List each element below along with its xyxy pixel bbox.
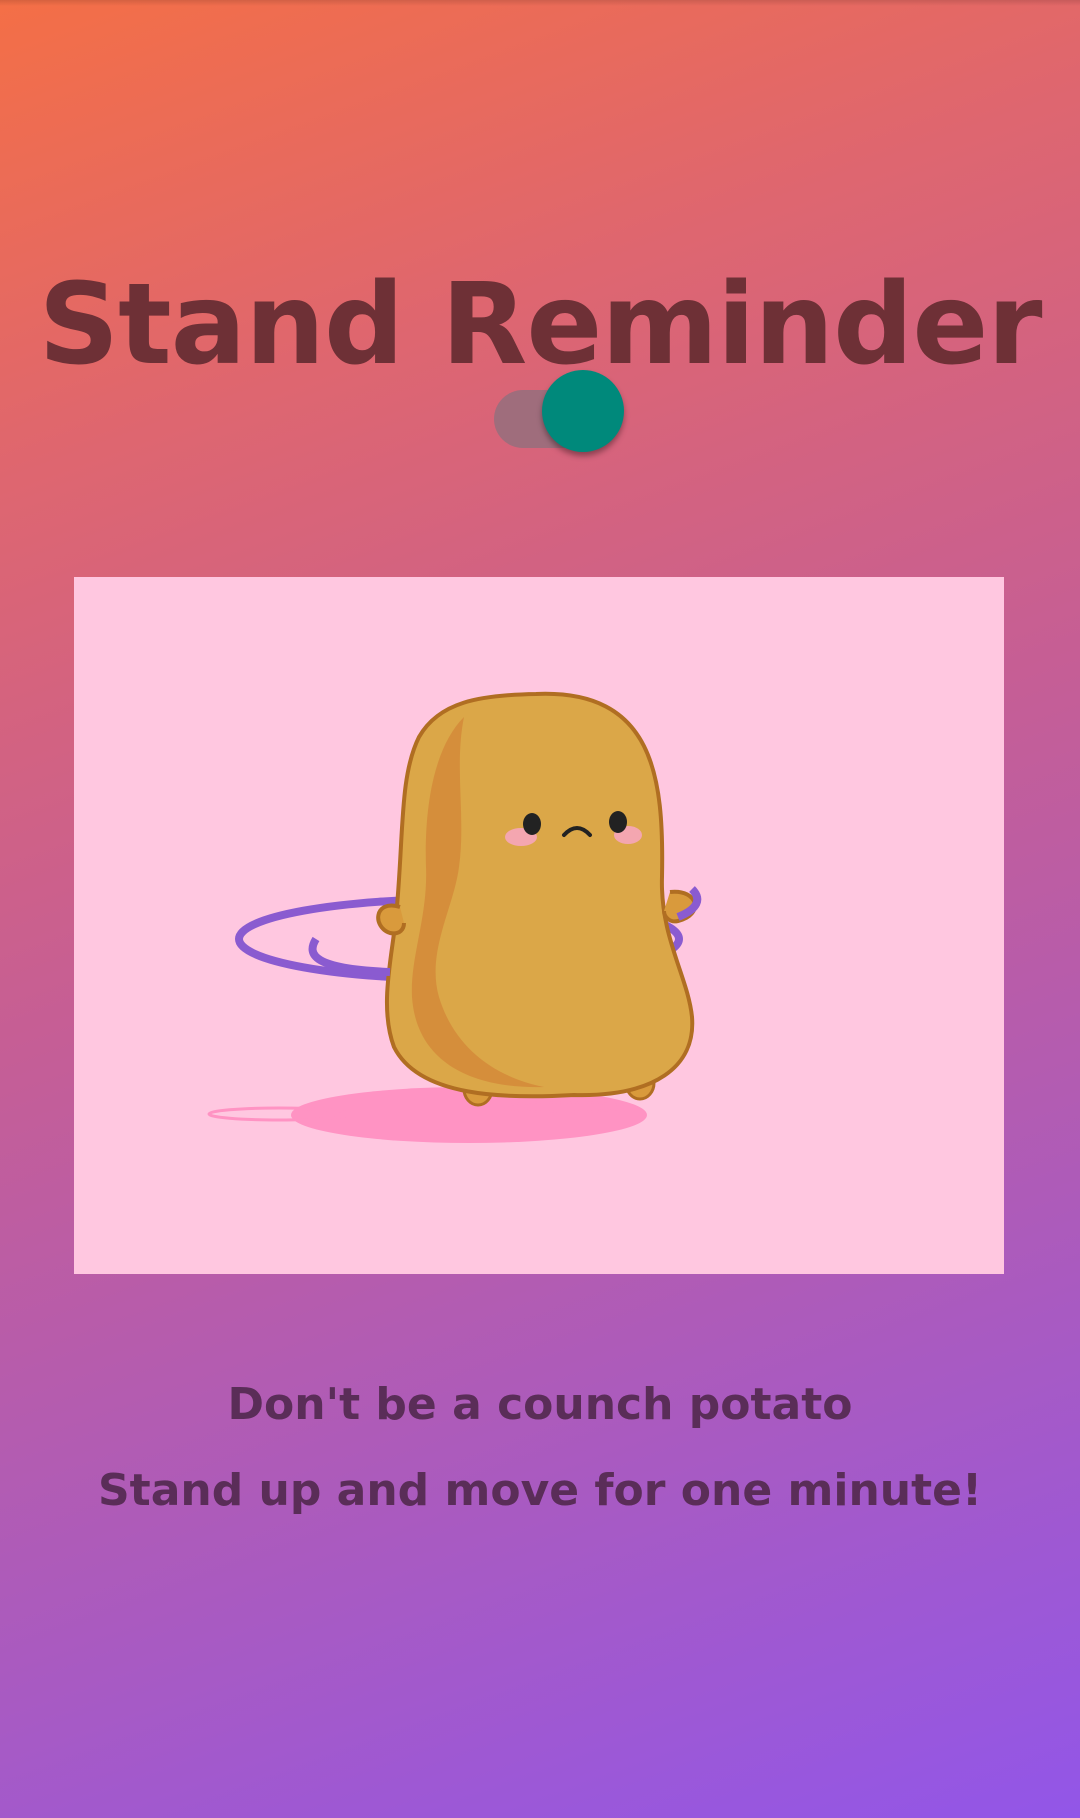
motivation-line-2: Stand up and move for one minute! — [97, 1465, 983, 1516]
reminder-toggle-switch[interactable] — [492, 366, 626, 456]
motivation-line-1: Don't be a counch potato — [227, 1379, 853, 1430]
status-bar-shade — [0, 0, 1080, 6]
potato-hula-hoop-icon — [207, 691, 702, 1143]
switch-thumb — [542, 370, 624, 452]
potato-illustration — [74, 577, 1004, 1274]
